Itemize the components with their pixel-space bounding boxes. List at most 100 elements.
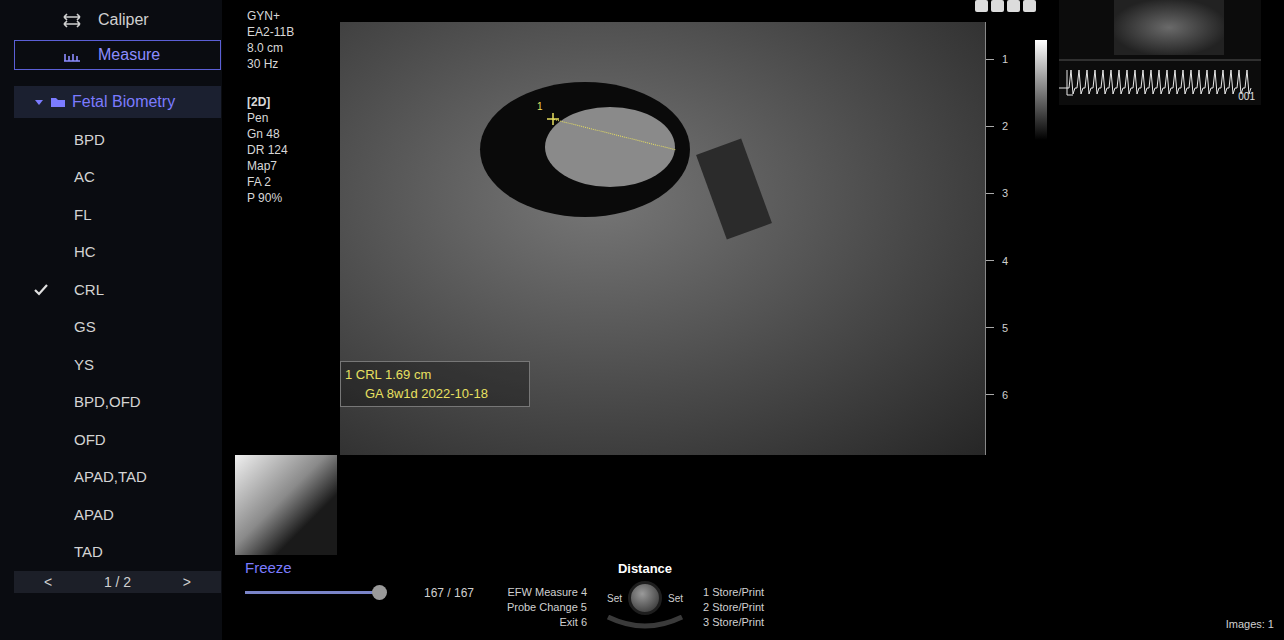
depth-tick [986,260,994,261]
folder-row[interactable]: Fetal Biometry [14,86,221,118]
main-area: GYN+EA2-11B8.0 cm30 Hz [2D]PenGn 48DR 124… [222,0,1284,640]
thumbnail-label: 001 [1238,91,1255,103]
measurement-item[interactable]: TAD [0,534,222,572]
depth-tick [986,394,994,395]
tool-button[interactable]: Caliper [14,5,221,35]
measurement-result: 1 CRL 1.69 cm [345,365,529,384]
measurement-list: BPDACFLHCCRLGSYSBPD,OFDOFDAPAD,TADAPADTA… [0,121,222,571]
image-setting: DR 124 [247,142,340,158]
caliper-icon [62,12,82,29]
probe-param: 30 Hz [247,56,340,72]
depth-tick-row: 6 [986,388,1008,402]
measurement-item[interactable]: YS [0,346,222,384]
image-setting: Pen [247,110,340,126]
zoom-preview [235,455,337,555]
cine-slider[interactable] [245,591,380,594]
cine-controls: Freeze [222,455,402,640]
embryo [545,107,675,187]
ecg-trace-icon [1059,0,1261,105]
measurement-item[interactable]: GS [0,309,222,347]
status-area: Images: 1 [764,455,1284,640]
image-setting: Gn 48 [247,126,340,142]
probe-param: GYN+ [247,8,340,24]
depth-mark: 4 [986,254,1021,321]
freeze-button[interactable]: Freeze [245,559,402,577]
control-bar: Freeze167 / 167EFW Measure 4Probe Change… [222,455,1284,640]
probe-param: 8.0 cm [247,40,340,56]
depth-tick-row: 3 [986,186,1008,200]
storage-icon [1007,0,1020,12]
measurement-item[interactable]: AC [0,159,222,197]
cine-slider-fill [245,591,380,594]
store-list: 1 Store/Print2 Store/Print3 Store/Print [703,455,764,640]
depth-mark: 2 [986,119,1021,186]
caliper-cross-icon [547,113,559,125]
measurement-item[interactable]: APAD,TAD [0,459,222,497]
measurement-item[interactable]: CRL [0,271,222,309]
patient-icon [991,0,1004,12]
measurement-item[interactable]: FL [0,196,222,234]
measurement-item[interactable]: OFD [0,421,222,459]
probe-param: EA2-11B [247,24,340,40]
next-page-button[interactable]: > [183,572,191,593]
distance-knob[interactable]: DistanceSetSet [587,455,703,640]
softkey-list: EFW Measure 4Probe Change 5Exit 6 [502,455,587,640]
softkey[interactable]: Probe Change 5 [507,600,587,615]
depth-mark: 6 [986,388,1021,455]
knob-row: Set Set [607,581,683,615]
pager: <1 / 2 > [14,571,221,593]
frame-counter: 167 / 167 [402,455,502,640]
measurement-item[interactable]: BPD [0,121,222,159]
status-icons [975,0,1036,12]
measurement-result: GA 8w1d 2022-10-18 [345,384,529,403]
softkey[interactable]: EFW Measure 4 [508,585,587,600]
parameter-panel: GYN+EA2-11B8.0 cm30 Hz [2D]PenGn 48DR 124… [222,0,340,455]
store-print-key[interactable]: 3 Store/Print [703,615,764,630]
depth-tick [986,126,994,127]
knob-right-set[interactable]: Set [668,591,683,606]
knob-arc-icon [600,615,690,629]
depth-mark: 5 [986,321,1021,388]
depth-scale: 123456 [985,22,1021,455]
image-setting: Map7 [247,158,340,174]
check-icon [34,284,48,296]
depth-mark: 3 [986,186,1021,253]
ultrasound-image[interactable]: 1 1 CRL 1.69 cmGA 8w1d 2022-10-18 [340,22,985,455]
ruler-icon [62,47,82,64]
cine-slider-handle[interactable] [372,585,387,600]
page-indicator: 1 / 2 [104,572,131,593]
sidebar: Caliper Measure Fetal BiometryBPDACFLHCCRL… [0,0,222,640]
knob-left-set[interactable]: Set [607,591,622,606]
expand-arrow-icon [33,96,45,108]
tool-button[interactable]: Measure [14,40,221,70]
prev-page-button[interactable]: < [44,572,52,593]
mode-label: [2D] [247,94,340,110]
caliper-label: 1 [537,102,543,112]
depth-tick [986,59,994,60]
probe-icon [975,0,988,12]
measurement-item[interactable]: BPD,OFD [0,384,222,422]
check-slot [34,284,74,296]
thumbnail[interactable]: 001 [1059,0,1261,105]
measurement-item[interactable]: HC [0,234,222,272]
knob-dial[interactable] [628,581,662,615]
depth-tick [986,193,994,194]
store-print-key[interactable]: 2 Store/Print [703,600,764,615]
dark-region [696,139,772,240]
folder-icon [50,96,66,108]
depth-tick-row: 1 [986,52,1008,66]
measurement-box: 1 CRL 1.69 cmGA 8w1d 2022-10-18 [340,361,530,407]
depth-tick-row: 5 [986,321,1008,335]
network-icon [1023,0,1036,12]
depth-mark: 1 [986,52,1021,119]
measurement-item[interactable]: APAD [0,496,222,534]
grayscale-bar [1035,40,1047,140]
image-setting: FA 2 [247,174,340,190]
image-count: Images: 1 [1226,617,1274,631]
image-setting: P 90% [247,190,340,206]
depth-tick [986,327,994,328]
depth-tick-row: 4 [986,254,1008,268]
softkey[interactable]: Exit 6 [559,615,587,630]
store-print-key[interactable]: 1 Store/Print [703,585,764,600]
thumbnail-image [1114,0,1224,55]
